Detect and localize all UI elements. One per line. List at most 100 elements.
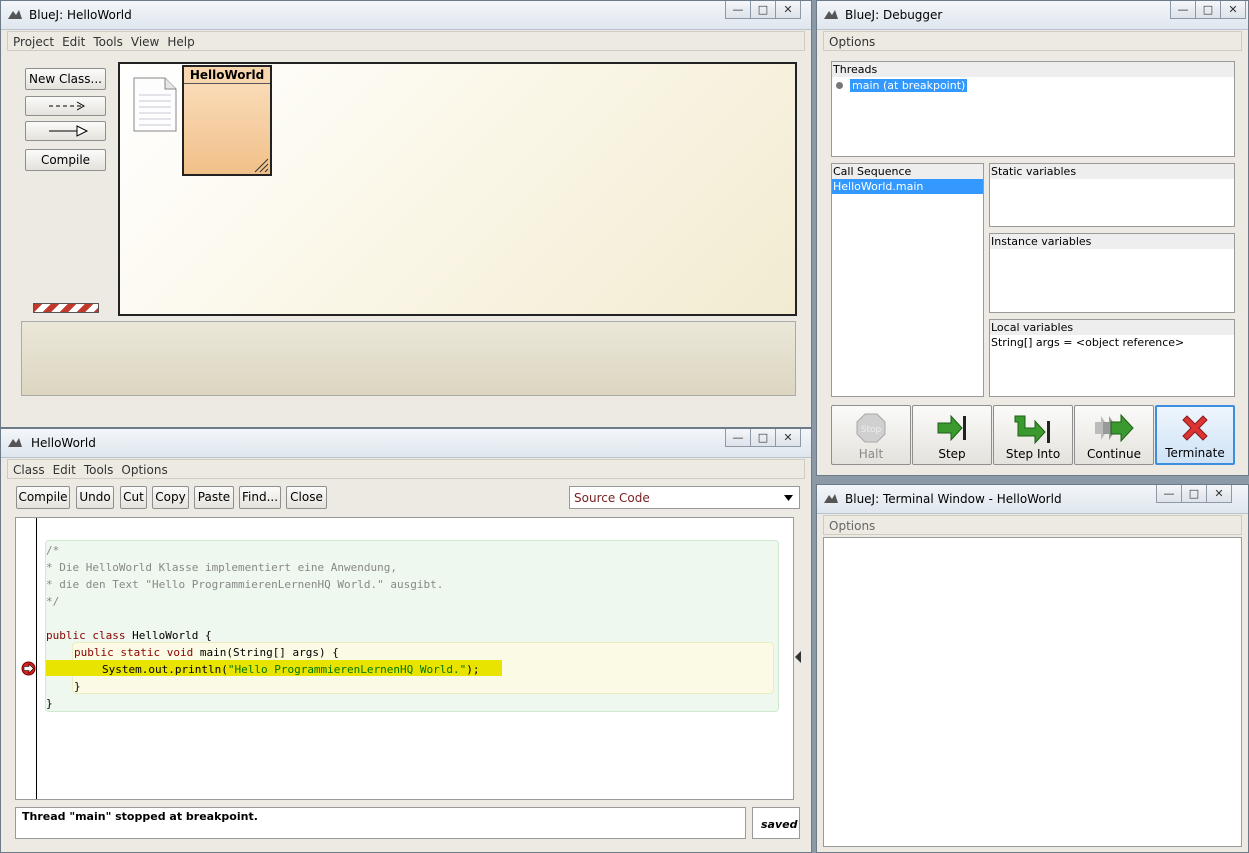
- close-button[interactable]: ✕: [775, 1, 801, 19]
- view-select[interactable]: Source Code: [569, 486, 800, 509]
- threads-header: Threads: [832, 62, 1234, 77]
- bluej-logo-icon: [8, 10, 22, 19]
- code-line-method: public static void main(String[] args) {: [74, 646, 339, 659]
- call-item[interactable]: HelloWorld.main: [832, 179, 983, 194]
- code-string: "Hello ProgrammierenLernenHQ World.": [227, 663, 467, 676]
- minimize-button[interactable]: —: [725, 1, 751, 19]
- class-diagram-canvas[interactable]: HelloWorld: [118, 62, 797, 316]
- paste-button[interactable]: Paste: [194, 486, 234, 509]
- maximize-button[interactable]: □: [750, 429, 776, 447]
- bluej-logo-icon: [8, 438, 22, 447]
- copy-button[interactable]: Copy: [152, 486, 189, 509]
- debugger-window: BlueJ: Debugger — □ ✕ Options Threads ma…: [816, 0, 1249, 476]
- code-text: HelloWorld {: [125, 629, 212, 642]
- compile-button-main[interactable]: Compile: [25, 149, 106, 171]
- editor-status-bar: Thread "main" stopped at breakpoint.: [15, 807, 746, 839]
- static-variables-header: Static variables: [990, 164, 1234, 179]
- code-line-println: System.out.println("Hello ProgrammierenL…: [102, 663, 480, 676]
- close-editor-button[interactable]: Close: [286, 486, 327, 509]
- minimize-button[interactable]: —: [1156, 485, 1182, 503]
- menu-class[interactable]: Class: [8, 460, 48, 477]
- terminal-titlebar[interactable]: BlueJ: Terminal Window - HelloWorld — □ …: [817, 485, 1248, 514]
- find-button[interactable]: Find...: [239, 486, 281, 509]
- terminal-output[interactable]: [823, 537, 1242, 847]
- saved-indicator: saved: [752, 807, 800, 839]
- terminal-title: BlueJ: Terminal Window - HelloWorld: [845, 492, 1062, 506]
- close-button[interactable]: ✕: [775, 429, 801, 447]
- continue-button[interactable]: Continue: [1074, 405, 1154, 465]
- terminate-button[interactable]: Terminate: [1155, 405, 1235, 465]
- terminal-window: BlueJ: Terminal Window - HelloWorld — □ …: [816, 484, 1249, 853]
- thread-item: main (at breakpoint): [850, 79, 968, 92]
- main-menubar: Project Edit Tools View Help: [7, 31, 805, 51]
- uses-arrow-button[interactable]: [25, 96, 106, 116]
- code-text: );: [466, 663, 480, 676]
- menu-tools[interactable]: Tools: [79, 460, 117, 477]
- thread-row[interactable]: main (at breakpoint): [836, 78, 968, 92]
- menu-options[interactable]: Options: [116, 460, 170, 477]
- local-variable-item[interactable]: String[] args = <object reference>: [990, 335, 1234, 350]
- editor-menubar: Class Edit Tools Options: [7, 459, 805, 479]
- terminate-label: Terminate: [1165, 446, 1225, 460]
- menu-help[interactable]: Help: [162, 32, 197, 49]
- editor-window: HelloWorld — □ ✕ Class Edit Tools Options C…: [0, 428, 812, 853]
- object-bench[interactable]: [21, 321, 796, 396]
- menu-options[interactable]: Options: [824, 32, 878, 49]
- menu-tools[interactable]: Tools: [88, 32, 126, 49]
- stop-sign-text: Stop: [861, 425, 882, 435]
- code-keyword: public static void: [74, 646, 194, 659]
- cut-button[interactable]: Cut: [120, 486, 147, 509]
- step-button[interactable]: Step: [912, 405, 992, 465]
- menu-project[interactable]: Project: [8, 32, 57, 49]
- collapse-arrow-icon[interactable]: [794, 651, 802, 663]
- chevron-down-icon: [784, 495, 793, 501]
- continue-label: Continue: [1087, 447, 1141, 461]
- minimize-button[interactable]: —: [1170, 1, 1196, 19]
- code-comment-line: /*: [46, 544, 60, 557]
- menu-edit[interactable]: Edit: [48, 460, 79, 477]
- menu-edit[interactable]: Edit: [57, 32, 88, 49]
- inheritance-arrow-icon: [48, 125, 88, 137]
- continue-arrow-icon: [1095, 413, 1134, 443]
- code-comment-line: * Die HelloWorld Klasse implementiert ei…: [46, 561, 397, 574]
- halt-button: Stop Halt: [831, 405, 911, 465]
- maximize-button[interactable]: □: [1195, 1, 1221, 19]
- main-titlebar[interactable]: BlueJ: HelloWorld — □ ✕: [1, 1, 811, 30]
- maximize-button[interactable]: □: [750, 1, 776, 19]
- local-variables-panel: Local variables String[] args = <object …: [989, 319, 1235, 397]
- status-message: Thread "main" stopped at breakpoint.: [22, 810, 258, 823]
- terminal-menubar: Options: [823, 515, 1242, 535]
- class-box-helloworld[interactable]: HelloWorld: [182, 65, 272, 176]
- view-select-value: Source Code: [574, 491, 650, 505]
- breakpoint-arrow-icon[interactable]: [21, 661, 36, 676]
- bluej-logo-icon: [824, 494, 838, 503]
- new-class-button[interactable]: New Class...: [25, 68, 106, 90]
- minimize-button[interactable]: —: [725, 429, 751, 447]
- menu-options[interactable]: Options: [824, 516, 878, 533]
- code-text: main(String[] args) {: [193, 646, 339, 659]
- readme-note-icon[interactable]: [133, 77, 177, 132]
- close-button[interactable]: ✕: [1206, 485, 1232, 503]
- close-button[interactable]: ✕: [1220, 1, 1246, 19]
- static-variables-panel: Static variables: [989, 163, 1235, 227]
- code-comment-line: * die den Text "Hello ProgrammierenLerne…: [46, 578, 444, 591]
- inheritance-arrow-button[interactable]: [25, 121, 106, 141]
- editor-titlebar[interactable]: HelloWorld — □ ✕: [1, 429, 811, 458]
- step-label: Step: [938, 447, 966, 461]
- bluej-logo-icon: [824, 10, 838, 19]
- compile-button[interactable]: Compile: [16, 486, 70, 509]
- call-sequence-header: Call Sequence: [832, 164, 983, 179]
- halt-label: Halt: [858, 447, 884, 461]
- step-into-button[interactable]: Step Into: [993, 405, 1073, 465]
- local-variables-header: Local variables: [990, 320, 1234, 335]
- saved-label: saved: [761, 818, 798, 831]
- call-sequence-panel: Call Sequence HelloWorld.main: [831, 163, 984, 397]
- editor-gutter: [36, 518, 37, 799]
- code-editor[interactable]: /* * Die HelloWorld Klasse implementiert…: [15, 517, 794, 800]
- thread-bullet-icon: [836, 82, 843, 89]
- menu-view[interactable]: View: [126, 32, 162, 49]
- maximize-button[interactable]: □: [1181, 485, 1207, 503]
- dashed-arrow-icon: [48, 101, 85, 111]
- debugger-titlebar[interactable]: BlueJ: Debugger — □ ✕: [817, 1, 1248, 30]
- undo-button[interactable]: Undo: [76, 486, 114, 509]
